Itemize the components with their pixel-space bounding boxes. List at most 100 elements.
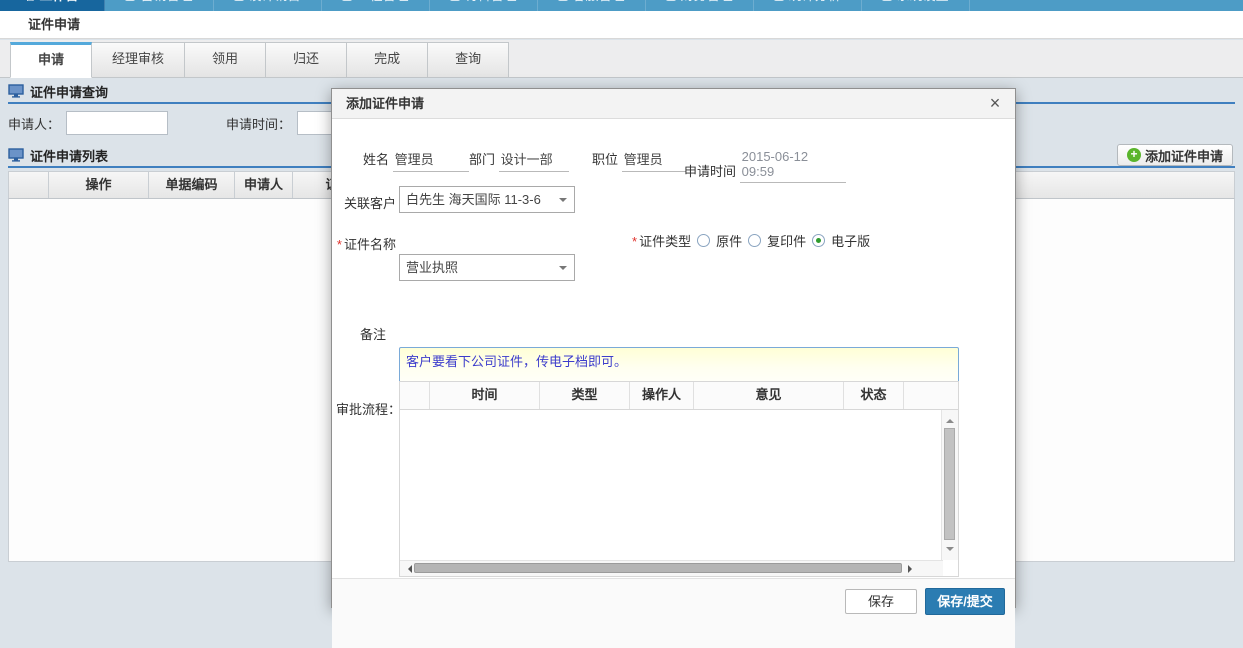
- apply-time-field: 申请时间 2015-06-12 09:59: [684, 149, 846, 183]
- tab-search[interactable]: 查询: [428, 42, 509, 78]
- approval-col-operator: 操作人: [630, 382, 694, 409]
- required-asterisk: *: [632, 234, 637, 249]
- add-certificate-request-button[interactable]: + 添加证件申请: [1117, 144, 1233, 166]
- applicant-input[interactable]: [66, 111, 168, 135]
- apply-time-label: 申请时间: [684, 164, 736, 179]
- design-icon: [234, 0, 244, 1]
- cert-name-label: *证件名称: [332, 234, 396, 253]
- tab-apply[interactable]: 申请: [10, 42, 92, 78]
- approval-col-time: 时间: [430, 382, 540, 409]
- radio-electronic-label: 电子版: [831, 231, 870, 250]
- scroll-down-icon[interactable]: [946, 547, 954, 555]
- menu-item-materials[interactable]: 材料管理: [430, 0, 538, 11]
- radio-original[interactable]: [697, 234, 710, 247]
- menu-label: 营销管理: [140, 0, 192, 11]
- vertical-scrollbar[interactable]: [941, 410, 958, 560]
- approval-rows-empty: [400, 410, 941, 560]
- column-select: [9, 172, 49, 198]
- statistics-icon: [774, 0, 784, 1]
- cert-type-label: *证件类型: [632, 231, 691, 250]
- apply-time-value: 2015-06-12 09:59: [740, 149, 846, 183]
- approval-table-header: 时间 类型 操作人 意见 状态: [400, 382, 958, 410]
- top-menu-bar: ⌂ 工作台 营销管理 设计销售 工程管理 材料管理 客服管理 财务管理: [0, 0, 1243, 11]
- approval-col-empty: [400, 382, 430, 409]
- scroll-up-icon[interactable]: [946, 415, 954, 423]
- save-button[interactable]: 保存: [845, 589, 917, 614]
- save-submit-button[interactable]: 保存/提交: [925, 588, 1005, 615]
- horizontal-scroll-thumb[interactable]: [414, 563, 902, 573]
- dept-value: 设计一部: [499, 149, 569, 172]
- menu-item-marketing[interactable]: 营销管理: [105, 0, 213, 11]
- add-certificate-modal: 添加证件申请 × 姓名 管理员 部门 设计一部 职位 管理员 申请时间 2015…: [331, 88, 1016, 608]
- menu-item-statistics[interactable]: 统计分析: [754, 0, 862, 11]
- menu-label: 材料管理: [465, 0, 517, 11]
- vertical-scroll-thumb[interactable]: [944, 428, 955, 540]
- applicant-label: 申请人：: [8, 114, 60, 133]
- approval-col-type: 类型: [540, 382, 630, 409]
- plus-icon: +: [1127, 148, 1141, 162]
- tab-manager-review[interactable]: 经理审核: [92, 42, 185, 78]
- query-section-title: 证件申请查询: [30, 82, 108, 101]
- marketing-icon: [125, 0, 135, 1]
- name-value: 管理员: [393, 149, 469, 172]
- approval-table: 时间 类型 操作人 意见 状态: [399, 381, 959, 577]
- menu-label: 客服管理: [573, 0, 625, 11]
- page-title: 证件申请: [28, 17, 80, 32]
- materials-icon: [450, 0, 460, 1]
- approval-col-status: 状态: [844, 382, 904, 409]
- close-icon[interactable]: ×: [985, 89, 1005, 119]
- monitor-icon: [8, 84, 24, 98]
- radio-electronic[interactable]: [812, 234, 825, 247]
- required-asterisk: *: [337, 237, 342, 252]
- menu-item-finance[interactable]: 财务管理: [646, 0, 754, 11]
- home-icon: ⌂: [26, 0, 34, 1]
- customer-select[interactable]: 白先生 海天国际 11-3-6: [399, 186, 575, 213]
- approval-table-body: [400, 410, 958, 560]
- service-icon: [558, 0, 568, 1]
- finance-icon: [666, 0, 676, 1]
- tab-complete[interactable]: 完成: [347, 42, 428, 78]
- cert-type-group: *证件类型 原件 复印件 电子版: [632, 227, 870, 254]
- position-value: 管理员: [622, 149, 686, 172]
- breadcrumb-bar: 证件申请: [0, 11, 1243, 39]
- menu-label: 统计分析: [789, 0, 841, 11]
- name-field: 姓名 管理员: [363, 149, 469, 172]
- tab-strip: 申请 经理审核 领用 归还 完成 查询: [0, 40, 1243, 78]
- tab-collect[interactable]: 领用: [185, 42, 266, 78]
- dept-field: 部门 设计一部: [469, 149, 569, 172]
- menu-label: 工作台: [39, 0, 78, 11]
- remark-label: 备注: [360, 324, 386, 343]
- dept-label: 部门: [469, 152, 495, 167]
- menu-label: 设计销售: [249, 0, 301, 11]
- modal-title-bar: 添加证件申请 ×: [332, 89, 1015, 119]
- column-applicant: 申请人: [235, 172, 293, 198]
- scroll-left-icon[interactable]: [404, 565, 412, 573]
- menu-item-engineering[interactable]: 工程管理: [322, 0, 430, 11]
- scroll-right-icon[interactable]: [908, 565, 916, 573]
- modal-title: 添加证件申请: [346, 96, 424, 111]
- approval-col-opinion: 意见: [694, 382, 844, 409]
- remark-text: 客户要看下公司证件，传电子档即可。: [406, 354, 627, 369]
- cert-name-select[interactable]: 营业执照: [399, 254, 575, 281]
- menu-label: 系统设置: [897, 0, 949, 11]
- position-field: 职位 管理员: [592, 149, 686, 172]
- settings-icon: [882, 0, 892, 1]
- menu-item-service[interactable]: 客服管理: [538, 0, 646, 11]
- cert-name-select-value: 营业执照: [406, 260, 458, 275]
- name-label: 姓名: [363, 152, 389, 167]
- position-label: 职位: [592, 152, 618, 167]
- tab-return[interactable]: 归还: [266, 42, 347, 78]
- engineering-icon: [342, 0, 352, 1]
- column-doc-code: 单据编码: [149, 172, 235, 198]
- horizontal-scrollbar[interactable]: [400, 560, 943, 576]
- customer-label: 关联客户: [340, 193, 396, 212]
- menu-item-design-sales[interactable]: 设计销售: [214, 0, 322, 11]
- add-button-label: 添加证件申请: [1145, 146, 1223, 165]
- modal-body: 姓名 管理员 部门 设计一部 职位 管理员 申请时间 2015-06-12 09…: [332, 119, 1015, 637]
- list-section-title: 证件申请列表: [30, 146, 108, 165]
- menu-item-system-settings[interactable]: 系统设置: [862, 0, 970, 11]
- column-operation: 操作: [49, 172, 149, 198]
- approval-label: 审批流程：: [336, 399, 401, 418]
- menu-item-workbench[interactable]: ⌂ 工作台: [0, 0, 105, 11]
- radio-copy[interactable]: [748, 234, 761, 247]
